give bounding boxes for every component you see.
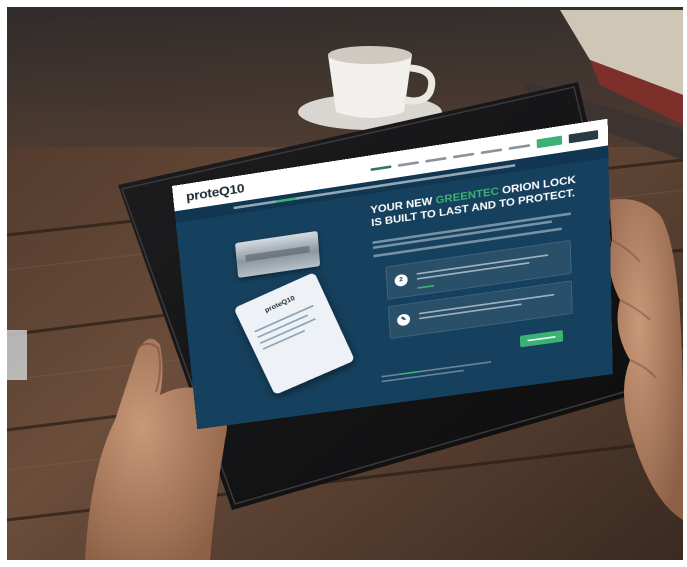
card-logo: proteQ10 <box>263 294 297 314</box>
banner-accent <box>275 197 297 203</box>
site-logo[interactable]: proteQ10 <box>185 181 245 204</box>
side-object <box>7 330 27 380</box>
step-link[interactable] <box>417 284 435 289</box>
step-text <box>416 254 549 275</box>
nav-link-2[interactable] <box>397 160 419 167</box>
nav-link-6[interactable] <box>508 143 531 150</box>
cylinder-bar <box>245 245 310 262</box>
product-image: proteQ10 <box>214 209 373 401</box>
nav-link-3[interactable] <box>425 156 447 163</box>
footnote-link[interactable] <box>401 370 420 375</box>
step-text <box>418 293 555 315</box>
nav-secondary-button[interactable] <box>568 130 599 144</box>
activate-button[interactable] <box>519 330 564 348</box>
lock-cylinder <box>234 230 321 278</box>
nav-link-4[interactable] <box>453 152 475 159</box>
pencil-icon: ✎ <box>396 313 411 327</box>
nav-cta-button[interactable] <box>536 135 563 149</box>
step-icon: 2 <box>394 273 409 288</box>
security-card: proteQ10 <box>233 272 355 396</box>
nav-link-home[interactable] <box>370 164 392 171</box>
nav-link-5[interactable] <box>480 147 503 154</box>
activate-button-label <box>527 335 556 342</box>
footnote-text <box>381 361 492 378</box>
